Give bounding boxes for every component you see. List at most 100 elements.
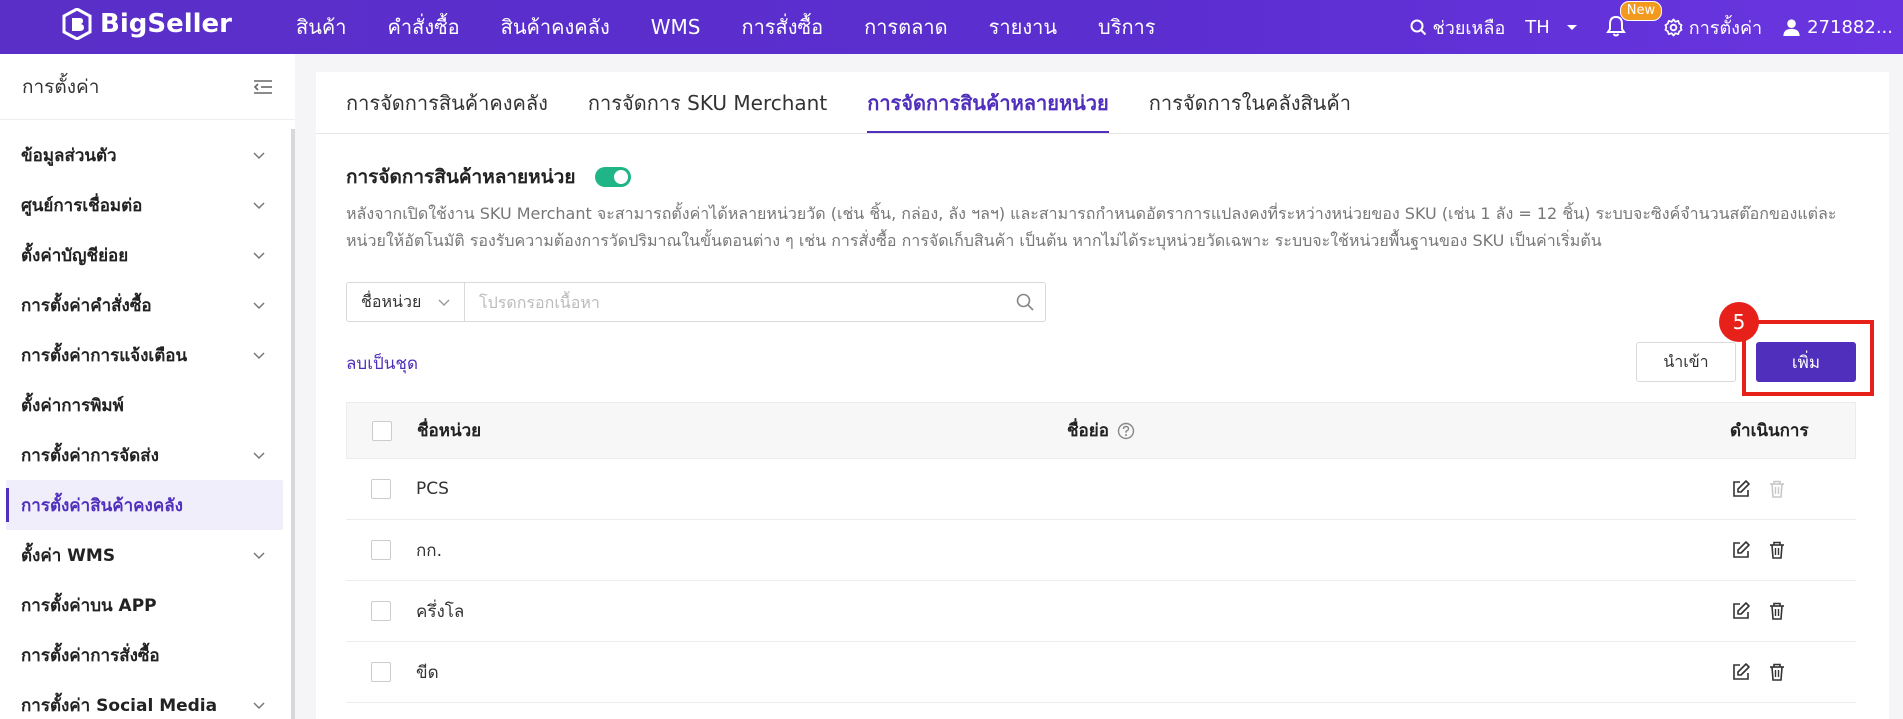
search-field-select[interactable]: ชื่อหน่วย (347, 283, 465, 321)
settings-link[interactable]: การตั้งค่า (1664, 13, 1762, 42)
sidebar-item-label: ข้อมูลส่วนตัว (21, 145, 117, 166)
header-action: ดำเนินการ (1730, 421, 1809, 441)
nav-item-reports[interactable]: รายงาน (989, 11, 1057, 43)
nav-item-orders[interactable]: คำสั่งซื้อ (388, 11, 460, 43)
nav-item-wms[interactable]: WMS (651, 15, 701, 39)
gear-icon (1664, 18, 1683, 36)
row-checkbox-cell (346, 540, 416, 560)
chevron-down-icon (253, 152, 265, 160)
search-field-value: ชื่อหน่วย (361, 291, 422, 311)
select-all-checkbox[interactable] (372, 420, 392, 441)
tab-sku-merchant[interactable]: การจัดการ SKU Merchant (588, 87, 827, 133)
search-bar: ชื่อหน่วย (346, 282, 1046, 322)
settings-tabs: การจัดการสินค้าคงคลัง การจัดการ SKU Merc… (316, 72, 1889, 134)
row-unit-name: PCS (416, 479, 449, 499)
sidebar-item-social-media-settings[interactable]: การตั้งค่า Social Media (0, 680, 295, 719)
row-checkbox[interactable] (371, 601, 391, 621)
sidebar-item-print-settings[interactable]: ตั้งค่าการพิมพ์ (0, 380, 295, 430)
chevron-down-icon (253, 552, 265, 560)
language-selector[interactable]: TH (1525, 17, 1580, 38)
caret-down-icon (1566, 25, 1577, 30)
row-checkbox[interactable] (371, 540, 391, 560)
user-icon (1783, 18, 1800, 36)
sidebar-item-label: การตั้งค่าการสั่งซื้อ (21, 645, 160, 666)
sidebar-item-label: การตั้งค่าคำสั่งซื้อ (21, 295, 152, 316)
tab-inventory-management[interactable]: การจัดการสินค้าคงคลัง (346, 87, 548, 133)
search-input[interactable] (465, 283, 1015, 321)
sidebar-item-subaccounts[interactable]: ตั้งค่าบัญชีย่อย (0, 230, 295, 280)
user-id: 271882... (1807, 16, 1893, 38)
user-menu[interactable]: 271882... (1782, 17, 1893, 38)
row-actions (1706, 601, 1856, 621)
tab-multi-unit[interactable]: การจัดการสินค้าหลายหน่วย (867, 87, 1109, 133)
sidebar-item-label: การตั้งค่าบน APP (21, 595, 157, 616)
step-badge: 5 (1719, 302, 1759, 342)
bigseller-logo-icon (62, 8, 92, 40)
language-label: TH (1525, 16, 1550, 38)
edit-icon[interactable] (1731, 540, 1751, 560)
row-checkbox-cell (346, 601, 416, 621)
header-unit-name: ชื่อหน่วย (417, 421, 482, 441)
bigseller-logo[interactable]: BigSeller (62, 8, 232, 40)
delete-icon[interactable] (1767, 662, 1787, 682)
sidebar-item-personal-info[interactable]: ข้อมูลส่วนตัว (0, 130, 295, 180)
delete-icon[interactable] (1767, 540, 1787, 560)
main-nav: สินค้า คำสั่งซื้อ สินค้าคงคลัง WMS การสั… (296, 0, 1197, 54)
help-label: ช่วยเหลือ (1432, 17, 1506, 39)
sidebar-scrollbar[interactable] (291, 129, 295, 719)
sidebar-item-wms-settings[interactable]: ตั้งค่า WMS (0, 530, 295, 580)
chevron-down-icon (253, 702, 265, 710)
sidebar-item-label: ตั้งค่าบัญชีย่อย (21, 245, 129, 266)
top-right-nav: ช่วยเหลือ TH New การตั้งค่า 271882... (1390, 0, 1903, 54)
row-checkbox[interactable] (371, 662, 391, 682)
row-checkbox[interactable] (371, 479, 391, 499)
notifications[interactable]: New (1605, 1, 1663, 39)
section-description: หลังจากเปิดใช้งาน SKU Merchant จะสามารถต… (346, 204, 1837, 250)
nav-item-purchase[interactable]: การสั่งซื้อ (741, 11, 823, 43)
nav-item-products[interactable]: สินค้า (296, 11, 347, 43)
sidebar-item-label: ศูนย์การเชื่อมต่อ (21, 195, 143, 216)
collapse-menu-icon[interactable] (253, 79, 273, 95)
nav-item-services[interactable]: บริการ (1098, 11, 1156, 43)
sidebar-item-integrations[interactable]: ศูนย์การเชื่อมต่อ (0, 180, 295, 230)
multi-unit-toggle[interactable] (595, 167, 632, 187)
row-actions (1706, 479, 1856, 499)
sidebar-item-label: การตั้งค่าการจัดส่ง (21, 445, 159, 466)
bulk-delete-link[interactable]: ลบเป็นชุด (346, 350, 418, 377)
sidebar-item-notification-settings[interactable]: การตั้งค่าการแจ้งเตือน (0, 330, 295, 380)
settings-sidebar: การตั้งค่า ข้อมูลส่วนตัว ศูนย์การเชื่อมต… (0, 54, 295, 719)
sidebar-item-purchase-settings[interactable]: การตั้งค่าการสั่งซื้อ (0, 630, 295, 680)
table-header: ชื่อหน่วย ชื่อย่อ ดำเนินการ (346, 402, 1856, 459)
header-short-name: ชื่อย่อ (1067, 421, 1109, 441)
edit-icon[interactable] (1731, 479, 1751, 499)
top-navigation-bar: BigSeller สินค้า คำสั่งซื้อ สินค้าคงคลัง… (0, 0, 1903, 54)
table-row: ครึ่งโล (346, 581, 1856, 642)
section-header: การจัดการสินค้าหลายหน่วย (346, 162, 632, 192)
sidebar-item-app-settings[interactable]: การตั้งค่าบน APP (0, 580, 295, 630)
nav-item-marketing[interactable]: การตลาด (864, 11, 948, 43)
bell-wrap: New (1605, 1, 1663, 39)
search-icon[interactable] (1015, 292, 1035, 312)
sidebar-item-shipping-settings[interactable]: การตั้งค่าการจัดส่ง (0, 430, 295, 480)
sidebar-list: ข้อมูลส่วนตัว ศูนย์การเชื่อมต่อ ตั้งค่าบ… (0, 120, 295, 719)
brand-name: BigSeller (100, 9, 232, 39)
row-actions (1706, 540, 1856, 560)
import-button[interactable]: นำเข้า (1636, 342, 1736, 382)
row-checkbox-cell (346, 662, 416, 682)
sidebar-item-order-settings[interactable]: การตั้งค่าคำสั่งซื้อ (0, 280, 295, 330)
sidebar-item-inventory-settings[interactable]: การตั้งค่าสินค้าคงคลัง (6, 480, 283, 530)
sidebar-item-label: ตั้งค่า WMS (21, 545, 116, 566)
edit-icon[interactable] (1731, 662, 1751, 682)
delete-icon[interactable] (1767, 601, 1787, 621)
main-panel: การจัดการสินค้าคงคลัง การจัดการ SKU Merc… (316, 72, 1889, 719)
new-badge: New (1619, 1, 1663, 21)
help-link[interactable]: ช่วยเหลือ (1410, 13, 1506, 42)
sidebar-item-label: การตั้งค่า Social Media (21, 695, 218, 716)
sidebar-item-label: ตั้งค่าการพิมพ์ (21, 395, 124, 416)
table-row: กก. (346, 520, 1856, 581)
nav-item-inventory[interactable]: สินค้าคงคลัง (501, 11, 610, 43)
help-circle-icon[interactable] (1117, 422, 1135, 440)
row-actions (1706, 662, 1856, 682)
edit-icon[interactable] (1731, 601, 1751, 621)
tab-warehouse-management[interactable]: การจัดการในคลังสินค้า (1149, 87, 1351, 133)
